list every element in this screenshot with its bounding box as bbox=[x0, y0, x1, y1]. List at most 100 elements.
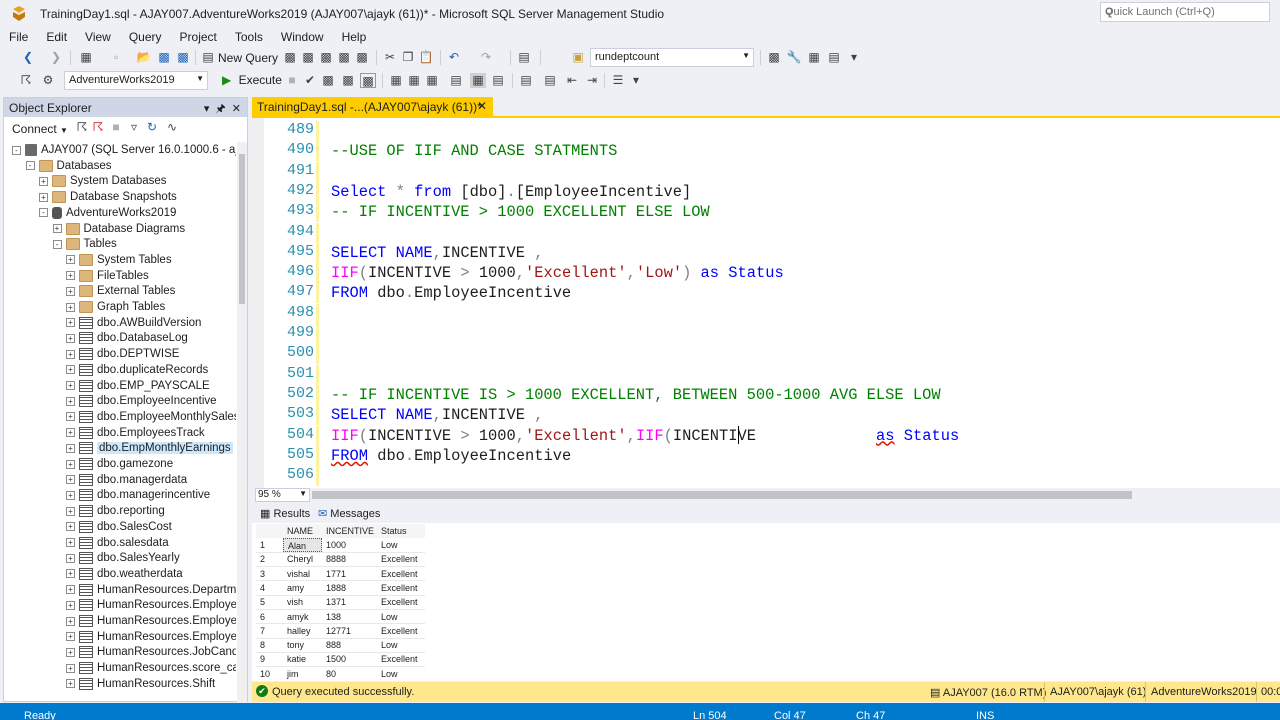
grid-cell[interactable]: 12771 bbox=[322, 624, 377, 638]
tree-item[interactable]: + System Tables bbox=[66, 252, 172, 268]
tree-item[interactable]: + dbo.gamezone bbox=[66, 456, 173, 472]
tree-item[interactable]: - AJAY007 (SQL Server 16.0.1000.6 - ajay0… bbox=[12, 142, 236, 158]
tree-item[interactable]: + dbo.EmployeesTrack bbox=[66, 425, 205, 441]
expand-icon[interactable]: + bbox=[66, 349, 75, 359]
toolbar-options-icon[interactable]: ▾ bbox=[628, 73, 644, 88]
panel-menu-icon[interactable]: ▾ bbox=[204, 103, 210, 115]
expand-icon[interactable]: + bbox=[66, 333, 75, 343]
row-number[interactable]: 1 bbox=[256, 538, 283, 552]
tree-item[interactable]: + External Tables bbox=[66, 283, 175, 299]
row-number[interactable]: 7 bbox=[256, 624, 283, 638]
redo-icon[interactable]: ↷ bbox=[478, 50, 494, 65]
expand-icon[interactable]: + bbox=[52, 224, 62, 233]
expand-icon[interactable]: + bbox=[66, 600, 75, 610]
collapse-icon[interactable]: - bbox=[25, 161, 35, 171]
expand-icon[interactable]: + bbox=[66, 506, 75, 516]
grid-cell[interactable]: 1500 bbox=[322, 652, 377, 666]
tree-item[interactable]: + Database Snapshots bbox=[39, 189, 177, 205]
refresh-icon[interactable]: ↻ bbox=[144, 120, 160, 135]
horizontal-scrollbar-thumb[interactable] bbox=[312, 491, 1132, 499]
expand-icon[interactable]: + bbox=[66, 365, 75, 375]
new-query-button[interactable]: New Query bbox=[218, 51, 278, 65]
cancel-query-icon[interactable]: ■ bbox=[284, 73, 300, 88]
menu-tools[interactable]: Tools bbox=[226, 28, 272, 46]
analysis-xmla-query-icon[interactable]: ▩ bbox=[336, 50, 352, 65]
open-file-icon[interactable]: 📂 bbox=[136, 50, 152, 65]
menu-project[interactable]: Project bbox=[171, 28, 226, 46]
save-icon[interactable]: ▩ bbox=[156, 50, 172, 65]
expand-icon[interactable]: + bbox=[66, 255, 75, 265]
save-all-icon[interactable]: ▩ bbox=[175, 50, 191, 65]
grid-cell[interactable]: 80 bbox=[322, 667, 377, 681]
expand-icon[interactable]: + bbox=[66, 475, 75, 485]
grid-cell[interactable]: halley bbox=[283, 624, 322, 638]
tree-item[interactable]: + dbo.reporting bbox=[66, 503, 165, 519]
immediate-window-icon[interactable]: ▤ bbox=[826, 50, 842, 65]
grid-cell[interactable]: 1371 bbox=[322, 595, 377, 609]
undo-icon[interactable]: ↶ bbox=[446, 50, 462, 65]
grid-cell[interactable]: amy bbox=[283, 581, 322, 595]
tree-item[interactable]: + dbo.EmployeeMonthlySales bbox=[66, 409, 236, 425]
database-combo[interactable]: AdventureWorks2019 ▼ bbox=[64, 71, 208, 90]
tree-item[interactable]: + dbo.EMP_PAYSCALE bbox=[66, 378, 210, 394]
analysis-dmx-query-icon[interactable]: ▩ bbox=[318, 50, 334, 65]
grid-cell[interactable]: Low bbox=[377, 538, 425, 552]
tree-item[interactable]: + FileTables bbox=[66, 268, 149, 284]
row-number[interactable]: 3 bbox=[256, 567, 283, 581]
cut-icon[interactable]: ✂ bbox=[382, 50, 398, 65]
specify-values-icon[interactable]: ☰ bbox=[610, 73, 626, 88]
filter-icon[interactable]: ▿ bbox=[126, 120, 142, 135]
tree-item[interactable]: + Graph Tables bbox=[66, 299, 165, 315]
toolbox-icon[interactable]: ▦ bbox=[806, 50, 822, 65]
grid-cell[interactable]: Alan bbox=[283, 538, 322, 552]
row-number[interactable]: 9 bbox=[256, 652, 283, 666]
tree-item[interactable]: + dbo.weatherdata bbox=[66, 566, 183, 582]
tree-item[interactable]: + dbo.salesdata bbox=[66, 535, 169, 551]
activity-icon[interactable]: ∿ bbox=[164, 120, 180, 135]
analysis-dax-query-icon[interactable]: ▩ bbox=[354, 50, 370, 65]
expand-icon[interactable]: + bbox=[66, 381, 75, 390]
expand-icon[interactable]: + bbox=[66, 490, 75, 500]
new-project-icon[interactable]: ▦ bbox=[78, 50, 94, 65]
registered-servers-icon[interactable]: ▩ bbox=[766, 50, 782, 65]
grid-cell[interactable]: Excellent bbox=[377, 552, 425, 566]
increase-indent-icon[interactable]: ⇥ bbox=[584, 73, 600, 88]
tree-item[interactable]: + dbo.EmpMonthlyEarnings bbox=[66, 440, 233, 456]
results-to-file-icon[interactable]: ▤ bbox=[490, 73, 506, 88]
expand-icon[interactable]: + bbox=[66, 647, 75, 657]
tree-item[interactable]: + HumanResources.Shift bbox=[66, 676, 215, 692]
grid-cell[interactable]: 888 bbox=[322, 638, 377, 652]
sql-editor[interactable]: 489 490 --USE OF IIF AND CASE STATMENTS 491… bbox=[252, 118, 1280, 488]
stop-icon[interactable]: ■ bbox=[108, 120, 124, 135]
expand-icon[interactable]: + bbox=[66, 585, 75, 595]
grid-cell[interactable]: Low bbox=[377, 667, 425, 681]
forward-icon[interactable]: ❯ bbox=[48, 50, 64, 65]
tree-item[interactable]: + HumanResources.EmployeePa bbox=[66, 629, 236, 645]
pin-icon[interactable]: 🖈 bbox=[215, 103, 225, 115]
tree-item[interactable]: + System Databases bbox=[39, 173, 167, 189]
disconnect-icon[interactable]: ☈ bbox=[90, 120, 106, 135]
connect-icon[interactable]: ☈ bbox=[18, 73, 34, 88]
expand-icon[interactable]: + bbox=[66, 569, 75, 579]
connect-plug-icon[interactable]: ☈ bbox=[74, 120, 90, 135]
grid-cell[interactable]: 1000 bbox=[322, 538, 377, 552]
expand-icon[interactable]: + bbox=[66, 663, 75, 673]
find-combo[interactable]: rundeptcount ▼ bbox=[590, 48, 754, 67]
expand-icon[interactable]: + bbox=[66, 443, 75, 453]
tree-item[interactable]: + dbo.DatabaseLog bbox=[66, 330, 188, 346]
grid-cell[interactable]: vishal bbox=[283, 567, 322, 581]
tab-results[interactable]: ▦ Results bbox=[260, 507, 310, 520]
add-item-icon[interactable]: ▫ bbox=[108, 50, 124, 65]
expand-icon[interactable]: + bbox=[66, 396, 75, 406]
properties-wrench-icon[interactable]: 🔧 bbox=[786, 50, 802, 65]
collapse-icon[interactable]: - bbox=[52, 239, 62, 249]
db-engine-query-icon[interactable]: ▩ bbox=[282, 50, 298, 65]
menu-window[interactable]: Window bbox=[272, 28, 333, 46]
results-grid[interactable]: NAME INCENTIVE Status 1 Alan 1000 Low 2 Cheryl 88… bbox=[252, 523, 1280, 681]
row-number[interactable]: 6 bbox=[256, 610, 283, 624]
column-header[interactable]: INCENTIVE bbox=[322, 524, 377, 538]
expand-icon[interactable]: + bbox=[66, 538, 75, 547]
display-plan-icon[interactable]: ▩ bbox=[320, 73, 336, 88]
collapse-icon[interactable]: - bbox=[39, 208, 48, 218]
tab-trainingday1-sql[interactable]: TrainingDay1.sql -...(AJAY007\ajayk (61)… bbox=[252, 97, 493, 116]
